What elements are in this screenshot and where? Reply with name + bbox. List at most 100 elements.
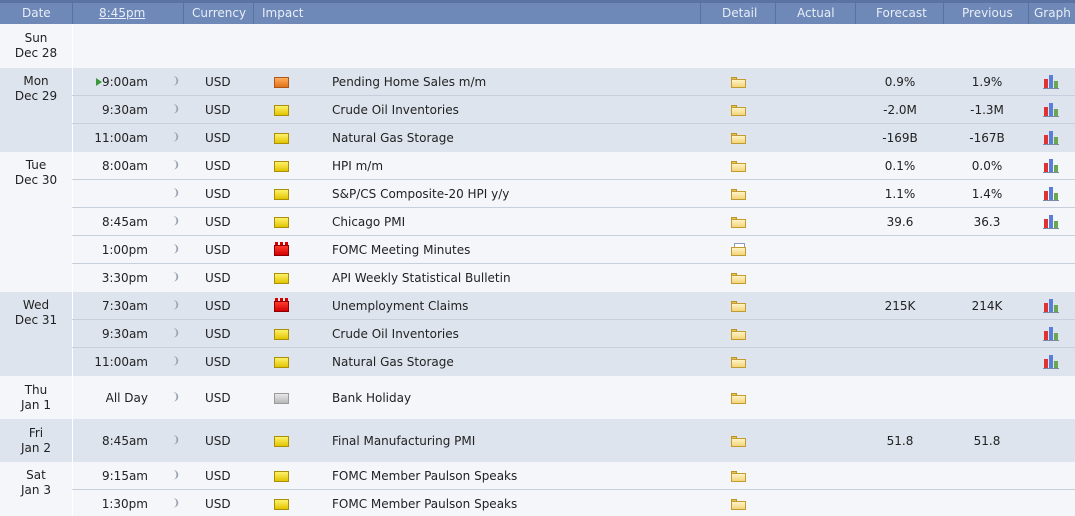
header-current-time[interactable]: 8:45pm [99, 3, 145, 24]
event-title[interactable]: S&P/CS Composite-20 HPI y/y [332, 180, 509, 208]
impact-yellow-icon [274, 161, 289, 172]
event-row[interactable]: 8:45am ❩ USD Chicago PMI 39.6 36.3 [0, 208, 1075, 236]
bar-graph-icon[interactable] [1043, 325, 1059, 341]
event-title[interactable]: FOMC Member Paulson Speaks [332, 490, 517, 516]
event-row[interactable]: 7:30am ❩ USD Unemployment Claims 215K 214K [0, 292, 1075, 320]
event-row[interactable]: 9:30am ❩ USD Crude Oil Inventories [0, 320, 1075, 348]
event-currency: USD [205, 131, 231, 145]
sound-alert-icon[interactable]: ❩ [170, 427, 182, 455]
sound-alert-icon[interactable]: ❩ [170, 180, 182, 208]
bar-graph-icon[interactable] [1043, 73, 1059, 89]
previous-value: 51.8 [973, 434, 1001, 448]
event-row[interactable]: 9:00am ❩ USD Pending Home Sales m/m 0.9% 1.9% [0, 68, 1075, 96]
folder-icon[interactable] [731, 471, 747, 483]
event-title[interactable]: FOMC Meeting Minutes [332, 236, 470, 264]
event-title[interactable]: FOMC Member Paulson Speaks [332, 462, 517, 490]
folder-icon[interactable] [731, 329, 747, 341]
impact-orange-icon [274, 77, 289, 88]
folder-icon[interactable] [731, 161, 747, 173]
sound-alert-icon[interactable]: ❩ [170, 320, 182, 348]
forecast-value: -169B [882, 131, 918, 145]
folder-icon[interactable] [731, 393, 747, 405]
event-time: 8:45am [102, 215, 148, 229]
event-row[interactable]: 9:15am ❩ USD FOMC Member Paulson Speaks [0, 462, 1075, 490]
event-currency: USD [205, 497, 231, 511]
event-row[interactable]: 1:30pm ❩ USD FOMC Member Paulson Speaks [0, 490, 1075, 516]
event-title[interactable]: Chicago PMI [332, 208, 405, 236]
event-title[interactable]: HPI m/m [332, 152, 383, 180]
event-title[interactable]: Pending Home Sales m/m [332, 68, 486, 96]
sound-alert-icon[interactable]: ❩ [170, 68, 182, 96]
bar-graph-icon[interactable] [1043, 185, 1059, 201]
event-currency: USD [205, 434, 231, 448]
event-title[interactable]: Bank Holiday [332, 384, 411, 412]
event-row[interactable]: 8:45am ❩ USD Final Manufacturing PMI 51.8 51.… [0, 419, 1075, 462]
event-title[interactable]: Crude Oil Inventories [332, 96, 459, 124]
impact-yellow-icon [274, 471, 289, 482]
sound-alert-icon[interactable]: ❩ [170, 292, 182, 320]
previous-value: 36.3 [973, 215, 1001, 229]
bar-graph-icon[interactable] [1043, 129, 1059, 145]
event-title[interactable]: Crude Oil Inventories [332, 320, 459, 348]
sound-alert-icon[interactable]: ❩ [170, 236, 182, 264]
impact-gray-icon [274, 393, 289, 404]
forecast-value: 39.6 [886, 215, 914, 229]
forecast-value [860, 348, 940, 376]
folder-icon[interactable] [731, 301, 747, 313]
folder-icon[interactable] [731, 217, 747, 229]
sound-alert-icon[interactable]: ❩ [170, 208, 182, 236]
header-separator [943, 3, 944, 24]
event-row[interactable]: 8:00am ❩ USD HPI m/m 0.1% 0.0% [0, 152, 1075, 180]
sound-alert-icon[interactable]: ❩ [170, 384, 182, 412]
sound-alert-icon[interactable]: ❩ [170, 462, 182, 490]
folder-icon[interactable] [731, 357, 747, 369]
sound-alert-icon[interactable]: ❩ [170, 96, 182, 124]
folder-icon[interactable] [731, 189, 747, 201]
event-currency: USD [205, 187, 231, 201]
previous-value: -167B [969, 131, 1005, 145]
event-title[interactable]: Final Manufacturing PMI [332, 427, 475, 455]
sound-alert-icon[interactable]: ❩ [170, 490, 182, 516]
folder-icon[interactable] [731, 436, 747, 448]
previous-value [947, 320, 1027, 348]
event-row[interactable]: 11:00am ❩ USD Natural Gas Storage -169B -167B [0, 124, 1075, 152]
forecast-value [860, 490, 940, 516]
bar-graph-icon[interactable] [1043, 157, 1059, 173]
folder-icon[interactable] [731, 133, 747, 145]
folder-icon[interactable] [731, 77, 747, 89]
bar-graph-icon[interactable] [1043, 353, 1059, 369]
sound-alert-icon[interactable]: ❩ [170, 152, 182, 180]
header-forecast: Forecast [876, 6, 927, 20]
event-title[interactable]: Unemployment Claims [332, 292, 468, 320]
event-row[interactable]: 11:00am ❩ USD Natural Gas Storage [0, 348, 1075, 376]
document-icon[interactable] [731, 243, 747, 256]
event-title[interactable]: Natural Gas Storage [332, 124, 454, 152]
event-row[interactable]: 3:30pm ❩ USD API Weekly Statistical Bulleti… [0, 264, 1075, 292]
event-currency: USD [205, 243, 231, 257]
forecast-value: 1.1% [884, 187, 916, 201]
forecast-value: 0.9% [884, 75, 916, 89]
bar-graph-icon[interactable] [1043, 213, 1059, 229]
event-currency: USD [205, 215, 231, 229]
folder-icon[interactable] [731, 499, 747, 511]
sound-alert-icon[interactable]: ❩ [170, 264, 182, 292]
header-impact: Impact [262, 6, 304, 20]
event-title[interactable]: API Weekly Statistical Bulletin [332, 264, 511, 292]
event-row[interactable]: ❩ USD S&P/CS Composite-20 HPI y/y 1.1% 1.4% [0, 180, 1075, 208]
event-row[interactable]: All Day ❩ USD Bank Holiday [0, 376, 1075, 419]
event-time: 9:30am [102, 103, 148, 117]
folder-icon[interactable] [731, 105, 747, 117]
bar-graph-icon[interactable] [1043, 297, 1059, 313]
day-group: Fri Jan 2 8:45am ❩ USD Final Manufacturing PM… [0, 419, 1075, 462]
event-currency: USD [205, 299, 231, 313]
event-row[interactable]: 1:00pm ❩ USD FOMC Meeting Minutes [0, 236, 1075, 264]
sound-alert-icon[interactable]: ❩ [170, 348, 182, 376]
event-time: 3:30pm [101, 271, 148, 285]
event-row[interactable]: 9:30am ❩ USD Crude Oil Inventories -2.0M -1.3… [0, 96, 1075, 124]
folder-icon[interactable] [731, 273, 747, 285]
previous-value: 0.0% [971, 159, 1003, 173]
bar-graph-icon[interactable] [1043, 101, 1059, 117]
sound-alert-icon[interactable]: ❩ [170, 124, 182, 152]
event-title[interactable]: Natural Gas Storage [332, 348, 454, 376]
forecast-value: 0.1% [884, 159, 916, 173]
